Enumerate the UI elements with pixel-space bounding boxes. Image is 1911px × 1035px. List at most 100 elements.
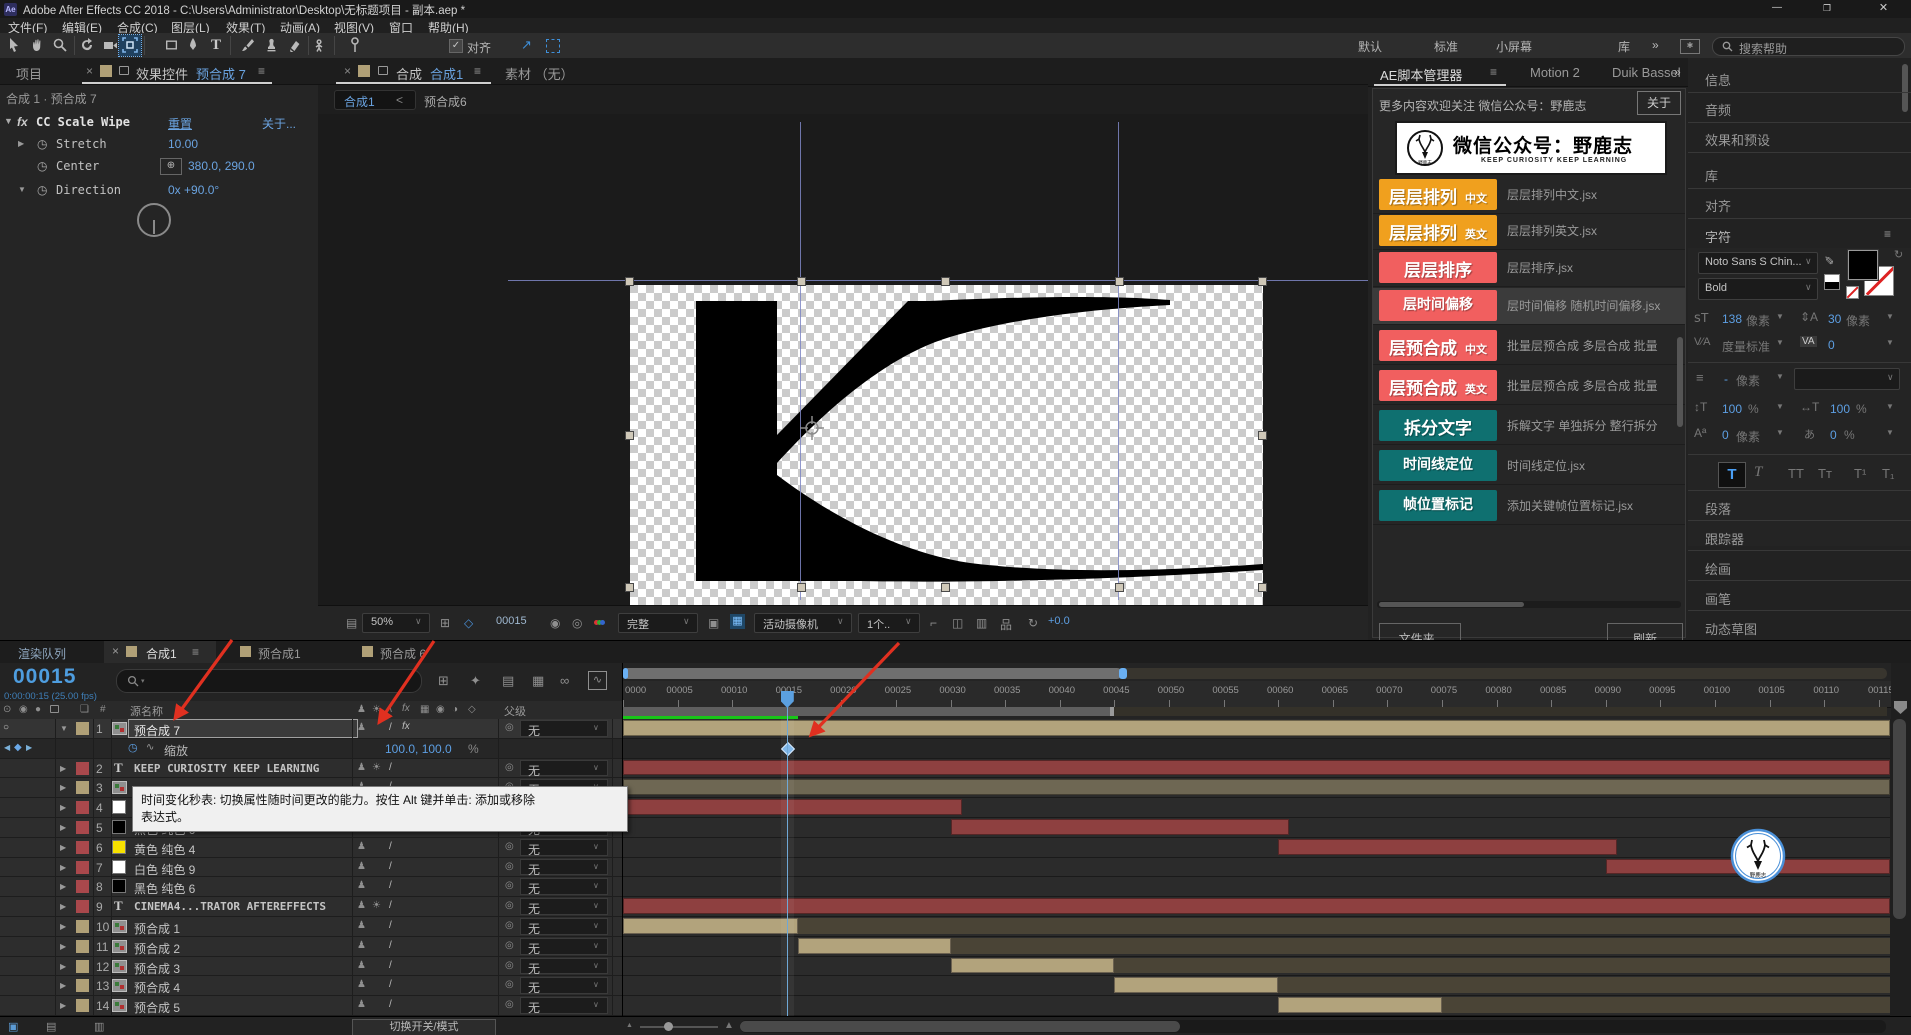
reset-exposure-icon[interactable]: ↻ [1028, 616, 1038, 630]
timeline-track-area[interactable]: 0000000050001000015000200002500030000350… [622, 663, 1891, 1016]
tab-project[interactable]: 项目 [16, 64, 42, 83]
effect-prop-row[interactable]: ▼ ◷ Direction 0x +90.0° [0, 182, 318, 200]
parent-select[interactable]: 无∨ [520, 839, 608, 856]
quality-switch[interactable]: / [389, 999, 392, 1010]
expand-inout-icon[interactable]: ▥ [94, 1020, 104, 1033]
collapse-arrow-icon[interactable]: ▼ [4, 116, 13, 126]
keyframe-indicator-icon[interactable]: ◆ [14, 742, 22, 753]
expand-transfer-controls-icon[interactable]: ▤ [46, 1020, 56, 1033]
bbox-handle[interactable] [797, 277, 806, 286]
tool-brush[interactable] [237, 35, 259, 56]
zoom-in-mountain-icon[interactable]: ▲ [724, 1020, 734, 1031]
bbox-handle[interactable] [1115, 277, 1124, 286]
zoom-out-mountain-icon[interactable]: ▲ [626, 1022, 633, 1029]
layer-bar-tail[interactable] [1114, 958, 1889, 974]
graph-icon[interactable]: ∿ [146, 742, 154, 753]
collapse-switch[interactable]: ☀ [372, 762, 381, 773]
show-snapshot-icon[interactable]: ◎ [572, 616, 582, 630]
property-name[interactable]: 缩放 [164, 742, 188, 759]
workspace-overflow-chevron[interactable]: » [1652, 38, 1659, 52]
layer-bar[interactable] [1114, 977, 1278, 993]
panel-header-3[interactable]: 效果和预设 [1688, 122, 1911, 153]
layer-bar-tail[interactable] [951, 938, 1890, 954]
close-button[interactable]: ✕ [1856, 0, 1911, 18]
resolution-select[interactable]: 完整 ∨ [618, 613, 698, 633]
expand-arrow-icon[interactable]: ▶ [60, 942, 66, 951]
quality-switch[interactable]: / [389, 841, 392, 852]
timeline-v-scrollbar[interactable] [1890, 719, 1911, 1016]
tab-close-icon[interactable]: × [112, 644, 119, 658]
tab-precomp1[interactable]: 预合成1 [258, 645, 301, 662]
font-size-value[interactable]: 138 [1722, 312, 1742, 326]
quality-switch[interactable]: / [389, 940, 392, 951]
timeline-button-icon[interactable]: ▥ [976, 616, 987, 630]
shy-switch[interactable]: ♟ [357, 880, 366, 891]
snapshot-icon[interactable]: ◉ [550, 616, 560, 630]
subscript-button[interactable]: T₁ [1882, 466, 1894, 481]
panel-header-bottom-1[interactable]: 段落 [1688, 490, 1911, 521]
track-row[interactable] [623, 778, 1891, 798]
layer-bar[interactable] [623, 779, 1890, 795]
prop-value[interactable]: 0x +90.0° [168, 183, 219, 197]
workspace-tab-2[interactable]: 标准 [1434, 38, 1458, 55]
layer-name[interactable]: 预合成 3 [134, 960, 180, 977]
script-button[interactable]: 层层排列中文 [1379, 179, 1497, 210]
all-caps-button[interactable]: TT [1788, 466, 1804, 481]
workspace-tab-4[interactable]: 库 [1618, 38, 1630, 55]
direction-dial[interactable] [137, 203, 171, 237]
effect-reset-link[interactable]: 重置 [168, 115, 192, 132]
layer-bar[interactable] [1278, 839, 1617, 855]
pickwhip-icon[interactable]: ◎ [505, 999, 514, 1010]
stroke-type-select[interactable]: ∨ [1794, 368, 1900, 390]
frame-indicator[interactable]: 00015 [496, 615, 527, 627]
eyedropper-icon[interactable]: ✐ [1824, 254, 1834, 268]
transparency-grid-icon[interactable]: ▦ [730, 614, 745, 629]
motion-blur-icon[interactable]: ∞ [560, 673, 569, 688]
layer-name[interactable]: 预合成 4 [134, 979, 180, 996]
playhead-line[interactable] [787, 693, 788, 1016]
effect-prop-row[interactable]: ◷ Center ⊕ 380.0, 290.0 [0, 158, 318, 178]
expand-arrow-icon[interactable]: ▶ [60, 803, 66, 812]
script-button[interactable]: 拆分文字 [1379, 410, 1497, 441]
composition-flowchart-icon[interactable]: ⊞ [438, 673, 449, 689]
stopwatch-icon[interactable]: ◷ [128, 741, 138, 754]
chevron-down-icon[interactable]: ▼ [1776, 428, 1784, 437]
layer-bar[interactable] [623, 720, 1890, 736]
kerning-value[interactable]: 度量标准 [1722, 338, 1770, 355]
prop-label[interactable]: Direction [56, 183, 121, 197]
fast-previews-icon[interactable]: ◫ [952, 616, 963, 630]
track-row[interactable] [623, 877, 1891, 897]
expand-arrow-icon[interactable]: ▶ [60, 981, 66, 990]
tool-pen[interactable] [183, 35, 205, 56]
layer-name[interactable]: 白色 纯色 9 [134, 861, 195, 878]
panel-menu-icon[interactable]: ≡ [258, 64, 265, 78]
faux-italic-button[interactable]: T [1754, 464, 1762, 481]
navigator-handle-left[interactable] [623, 668, 628, 679]
parent-select[interactable]: 无∨ [520, 938, 608, 955]
faux-bold-button[interactable]: T [1718, 462, 1746, 488]
shy-switch[interactable]: ♟ [357, 722, 366, 733]
track-row[interactable] [623, 858, 1891, 878]
layer-name[interactable]: 预合成 7 [134, 722, 180, 739]
expand-arrow-icon[interactable]: ▶ [60, 902, 66, 911]
script-button[interactable]: 帧位置标记 [1379, 490, 1497, 521]
layer-bar[interactable] [951, 819, 1290, 835]
script-button[interactable]: 层时间偏移 [1379, 290, 1497, 321]
property-track-row[interactable] [623, 739, 1891, 759]
bbox-handle[interactable] [625, 277, 634, 286]
panel-header-2[interactable]: 音频 [1688, 92, 1911, 123]
bbox-handle[interactable] [1258, 431, 1267, 440]
layer-label-swatch[interactable] [76, 900, 89, 913]
shy-switch[interactable]: ♟ [357, 999, 366, 1010]
about-button[interactable]: 关于 [1637, 91, 1681, 115]
crumb-comp[interactable]: 合成1 [344, 93, 375, 110]
layer-label-swatch[interactable] [76, 801, 89, 814]
layer-bar[interactable] [623, 918, 798, 934]
exposure-value[interactable]: +0.0 [1048, 615, 1070, 627]
quality-switch[interactable]: / [389, 861, 392, 872]
layer-search-input[interactable]: ▾ [116, 669, 422, 693]
v-scale-value[interactable]: 100 [1722, 402, 1742, 416]
lock-icon[interactable] [119, 66, 129, 75]
font-style-select[interactable]: Bold ∨ [1698, 278, 1818, 300]
superscript-button[interactable]: T¹ [1854, 466, 1866, 481]
